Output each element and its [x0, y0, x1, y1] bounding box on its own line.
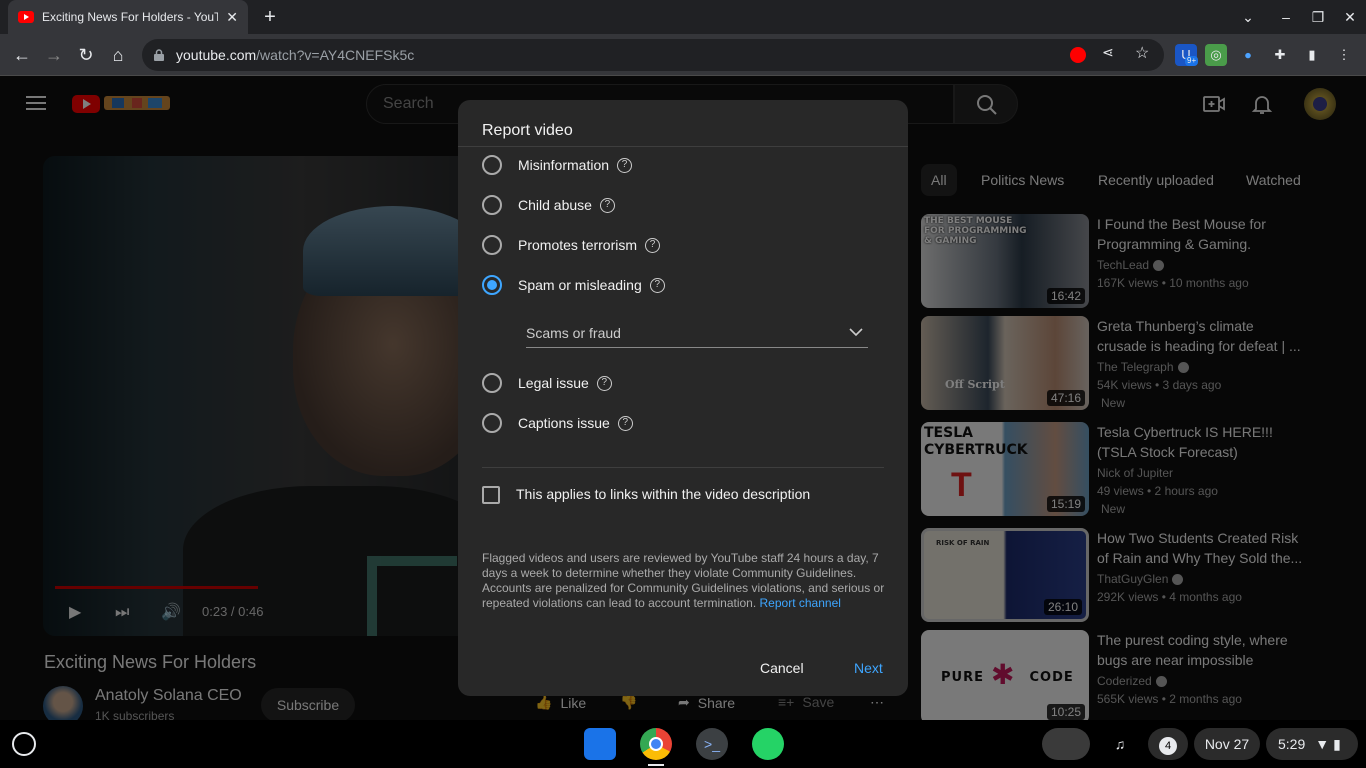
extension-icon-2[interactable]: ◎ [1205, 44, 1227, 66]
close-window-icon[interactable]: ✕ [1338, 6, 1362, 28]
radio-button-selected[interactable] [482, 275, 502, 295]
new-tab-button[interactable]: + [258, 6, 282, 28]
review-notice: Flagged videos and users are reviewed by… [482, 551, 890, 611]
active-app-indicator [648, 764, 664, 766]
close-tab-icon[interactable]: ✕ [226, 9, 238, 26]
cancel-button[interactable]: Cancel [760, 660, 804, 676]
lock-icon [154, 49, 164, 61]
extensions-puzzle-icon[interactable]: ✚ [1269, 44, 1291, 66]
option-label: Child abuse [518, 197, 592, 213]
side-panel-icon[interactable]: ▮ [1301, 44, 1323, 66]
divider [458, 146, 908, 147]
option-child-abuse[interactable]: Child abuse ? [482, 193, 615, 217]
address-bar[interactable]: youtube.com/watch?v=AY4CNEFSk5c ⋖ ☆ [142, 39, 1164, 71]
tab-search-icon[interactable]: ⌄ [1236, 6, 1260, 28]
extension-badge: 9+ [1185, 56, 1199, 66]
youtube-extension-icon[interactable] [1070, 47, 1086, 63]
terminal-app-icon[interactable]: >_ [696, 728, 728, 760]
forward-icon[interactable]: → [41, 42, 67, 68]
radio-button[interactable] [482, 155, 502, 175]
radio-button[interactable] [482, 235, 502, 255]
option-label: Legal issue [518, 375, 589, 391]
radio-button[interactable] [482, 195, 502, 215]
help-icon[interactable]: ? [645, 237, 661, 253]
radio-button[interactable] [482, 413, 502, 433]
url-host: youtube.com [176, 47, 257, 63]
share-icon[interactable]: ⋖ [1102, 44, 1114, 61]
url-path: /watch?v=AY4CNEFSk5c [256, 47, 415, 63]
browser-toolbar: ← → ↻ ⌂ youtube.com/watch?v=AY4CNEFSk5c … [0, 34, 1366, 76]
extension-icon-3[interactable]: ⦁ [1237, 44, 1259, 66]
chevron-down-icon [849, 328, 863, 337]
reload-icon[interactable]: ↻ [73, 42, 99, 68]
sub-reason-value: Scams or fraud [526, 325, 621, 341]
checkbox-label: This applies to links within the video d… [516, 486, 811, 502]
help-icon[interactable]: ? [617, 157, 633, 173]
media-controls-icon[interactable]: ♫ [1104, 728, 1136, 760]
tab-strip: Exciting News For Holders - YouTube ✕ + … [0, 0, 1366, 34]
help-icon[interactable]: ? [649, 277, 665, 293]
option-promotes-terrorism[interactable]: Promotes terrorism ? [482, 233, 661, 257]
clock-time: 5:29 [1278, 736, 1306, 752]
holding-space-icon[interactable] [1042, 728, 1090, 760]
next-button[interactable]: Next [854, 660, 883, 676]
back-icon[interactable]: ← [9, 42, 35, 68]
minimize-icon[interactable]: – [1274, 6, 1298, 28]
browser-tab[interactable]: Exciting News For Holders - YouTube ✕ [8, 0, 248, 34]
radio-button[interactable] [482, 373, 502, 393]
option-legal-issue[interactable]: Legal issue ? [482, 371, 612, 395]
help-icon[interactable]: ? [596, 375, 612, 391]
sub-reason-select[interactable]: Scams or fraud [526, 322, 868, 348]
os-shelf: >_ ♫ 4 Nov 27 5:29 ▼ ▮ [0, 720, 1366, 768]
help-icon[interactable]: ? [599, 197, 615, 213]
youtube-favicon-icon [18, 11, 34, 23]
option-misinformation[interactable]: Misinformation ? [482, 153, 633, 177]
bookmark-star-icon[interactable]: ☆ [1135, 43, 1149, 63]
option-label: Misinformation [518, 157, 610, 173]
tab-title: Exciting News For Holders - YouTube [42, 10, 219, 24]
status-area[interactable]: 5:29 ▼ ▮ [1266, 728, 1358, 760]
dialog-title: Report video [482, 122, 573, 139]
date-display[interactable]: Nov 27 [1194, 728, 1260, 760]
divider [482, 467, 884, 468]
option-label: Spam or misleading [518, 277, 642, 293]
links-checkbox[interactable] [482, 486, 500, 504]
option-label: Promotes terrorism [518, 237, 638, 253]
option-spam-or-misleading[interactable]: Spam or misleading ? [482, 273, 665, 297]
notification-count: 4 [1159, 737, 1177, 755]
shield-extension-icon[interactable]: U 9+ [1175, 44, 1199, 66]
chrome-app-icon[interactable] [640, 728, 672, 760]
report-video-dialog: Report video Misinformation ? Child abus… [458, 100, 908, 696]
files-app-icon[interactable] [584, 728, 616, 760]
notification-counter[interactable]: 4 [1148, 728, 1188, 760]
option-label: Captions issue [518, 415, 610, 431]
browser-menu-icon[interactable]: ⋮ [1333, 44, 1355, 66]
launcher-icon[interactable] [12, 732, 36, 756]
whatsapp-app-icon[interactable] [752, 728, 784, 760]
home-icon[interactable]: ⌂ [105, 42, 131, 68]
battery-icon: ▮ [1333, 736, 1341, 752]
wifi-icon: ▼ [1315, 736, 1330, 752]
report-channel-link[interactable]: Report channel [760, 596, 841, 610]
help-icon[interactable]: ? [617, 415, 633, 431]
option-captions-issue[interactable]: Captions issue ? [482, 411, 633, 435]
maximize-icon[interactable]: ❐ [1306, 6, 1330, 28]
